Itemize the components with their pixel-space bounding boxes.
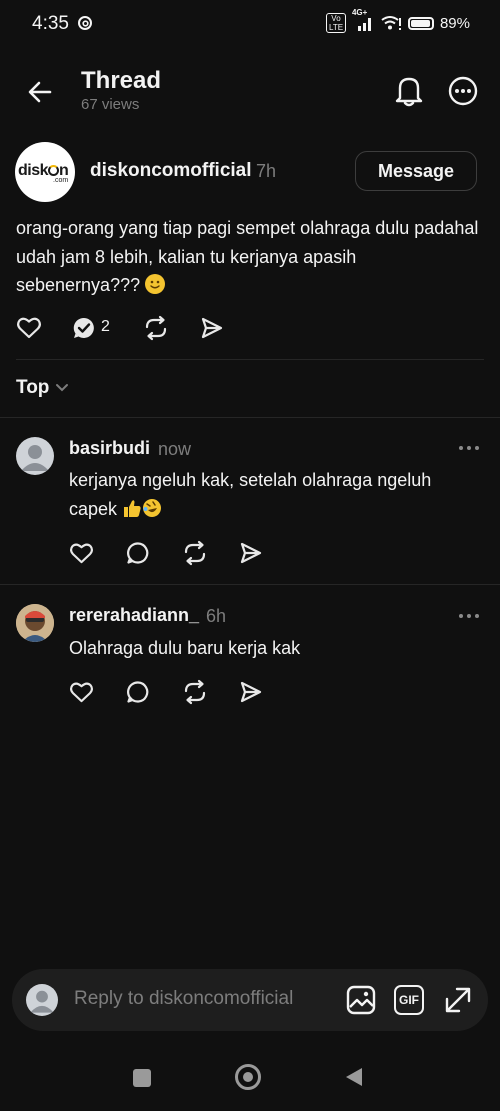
home-button[interactable] — [235, 1064, 261, 1090]
comment-time: 6h — [206, 606, 227, 626]
share-send-icon[interactable] — [239, 541, 263, 565]
default-user-icon — [21, 445, 49, 471]
page-title: Thread — [81, 67, 162, 94]
smile-emoji-icon — [145, 274, 166, 294]
more-options-icon[interactable] — [447, 75, 479, 107]
reply-bubble-icon[interactable] — [126, 541, 150, 565]
gif-button[interactable]: GIF — [394, 985, 424, 1015]
repost-icon[interactable] — [143, 315, 169, 341]
comment-avatar[interactable] — [16, 437, 54, 475]
like-heart-icon[interactable] — [69, 542, 94, 565]
author-username[interactable]: diskoncomofficial — [90, 160, 252, 182]
threads-notification-icon — [78, 16, 92, 30]
comment-username[interactable]: rererahadiann_ — [69, 605, 199, 626]
signal-icon: 4G+ — [352, 8, 374, 31]
comment-more-icon[interactable] — [457, 611, 481, 621]
divider — [0, 417, 500, 418]
battery-percent: 89% — [439, 14, 470, 32]
reply-count: 2 — [101, 318, 110, 335]
like-heart-icon[interactable] — [16, 316, 42, 340]
nav-back-icon[interactable] — [344, 1066, 364, 1088]
message-button[interactable]: Message — [355, 151, 477, 191]
my-avatar — [26, 984, 58, 1016]
share-send-icon[interactable] — [239, 680, 263, 704]
thumbs-up-emoji-icon — [122, 498, 142, 527]
view-count: 67 views — [81, 96, 140, 113]
comment-avatar[interactable] — [16, 604, 54, 642]
rofl-emoji-icon — [142, 498, 162, 527]
comment-username[interactable]: basirbudi — [69, 438, 150, 459]
sort-label: Top — [16, 377, 50, 398]
post-time: 7h — [256, 161, 277, 181]
battery-icon — [407, 16, 434, 30]
image-attach-icon[interactable] — [346, 985, 376, 1015]
reply-bubble-icon[interactable] — [126, 680, 150, 704]
volte-icon: Vo LTE — [325, 13, 346, 33]
status-icons: Vo LTE 4G+ 89% — [325, 8, 470, 33]
bell-icon[interactable] — [393, 74, 425, 108]
author-avatar[interactable]: disk n .com — [15, 142, 75, 202]
sort-dropdown[interactable]: Top — [16, 377, 69, 399]
comment-more-icon[interactable] — [457, 443, 481, 453]
divider — [16, 359, 484, 360]
status-bar: 4:35 Vo LTE 4G+ 89% — [0, 0, 500, 48]
comment-text: Olahraga dulu baru kerja kak — [69, 638, 301, 658]
repost-icon[interactable] — [182, 540, 208, 566]
brand-logo-sub: .com — [53, 177, 69, 184]
default-user-icon — [30, 990, 54, 1013]
reply-bubble-icon[interactable] — [72, 316, 96, 340]
comment-time: now — [158, 439, 192, 459]
chevron-down-icon — [56, 384, 69, 392]
expand-icon[interactable] — [443, 985, 473, 1015]
recent-apps-button[interactable] — [133, 1069, 151, 1087]
repost-icon[interactable] — [182, 679, 208, 705]
gif-label: GIF — [399, 993, 419, 1007]
status-time: 4:35 — [32, 13, 69, 34]
profile-photo — [16, 604, 54, 642]
back-arrow-icon[interactable] — [24, 76, 56, 108]
wifi-icon — [381, 16, 401, 30]
post-text: orang-orang yang tiap pagi sempet olahra… — [16, 214, 486, 300]
post-text-content: orang-orang yang tiap pagi sempet olahra… — [16, 218, 479, 295]
like-heart-icon[interactable] — [69, 681, 94, 704]
network-type: 4G+ — [351, 8, 368, 17]
comment-text: kerjanya ngeluh kak, setelah olahraga ng… — [69, 466, 479, 527]
divider — [0, 584, 500, 585]
reply-input[interactable]: Reply to diskoncomofficial — [74, 988, 293, 1010]
share-send-icon[interactable] — [200, 316, 224, 340]
